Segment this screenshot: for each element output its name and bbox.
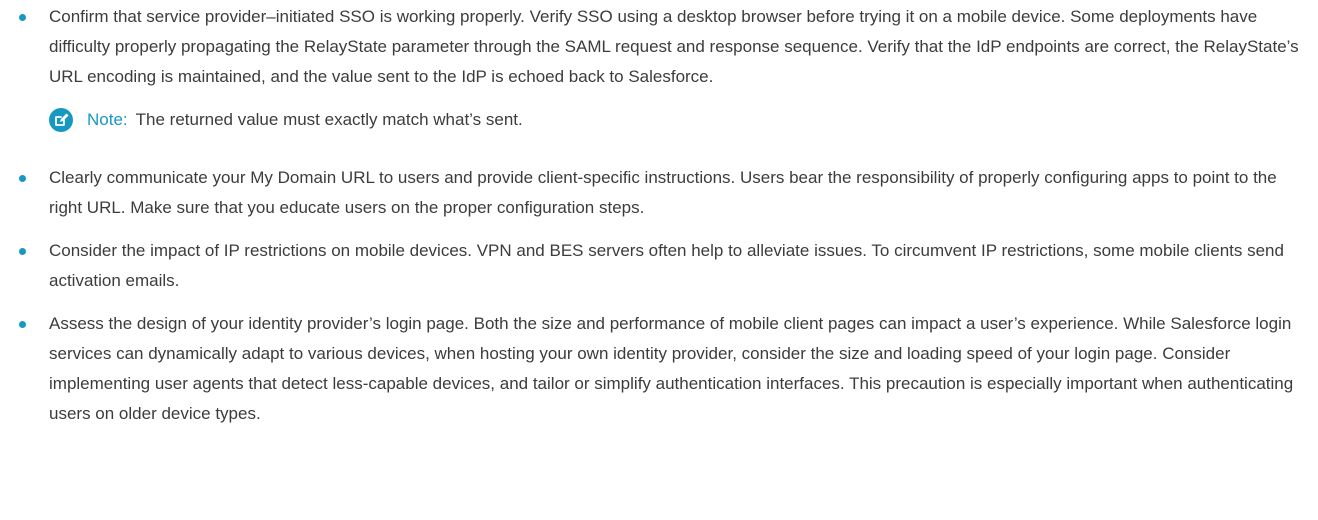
list-item: Clearly communicate your My Domain URL t… [0, 163, 1318, 223]
document-content: Confirm that service provider–initiated … [0, 0, 1318, 520]
bullet-text: Confirm that service provider–initiated … [49, 7, 1299, 86]
bullet-list: Clearly communicate your My Domain URL t… [0, 163, 1318, 429]
bullet-text: Consider the impact of IP restrictions o… [49, 241, 1284, 290]
list-item: Assess the design of your identity provi… [0, 309, 1318, 429]
bullet-list: Confirm that service provider–initiated … [0, 2, 1318, 92]
bullet-text: Clearly communicate your My Domain URL t… [49, 168, 1277, 217]
bullet-text: Assess the design of your identity provi… [49, 314, 1294, 423]
bullet-dot [19, 14, 26, 21]
bullet-dot [19, 175, 26, 182]
note-text: The returned value must exactly match wh… [135, 110, 523, 129]
list-item: Consider the impact of IP restrictions o… [0, 236, 1318, 296]
note-label: Note: [87, 110, 128, 129]
bullet-dot [19, 321, 26, 328]
note-callout: Note: The returned value must exactly ma… [49, 105, 1318, 135]
note-edit-icon [49, 108, 73, 132]
list-item: Confirm that service provider–initiated … [0, 2, 1318, 92]
bullet-dot [19, 248, 26, 255]
